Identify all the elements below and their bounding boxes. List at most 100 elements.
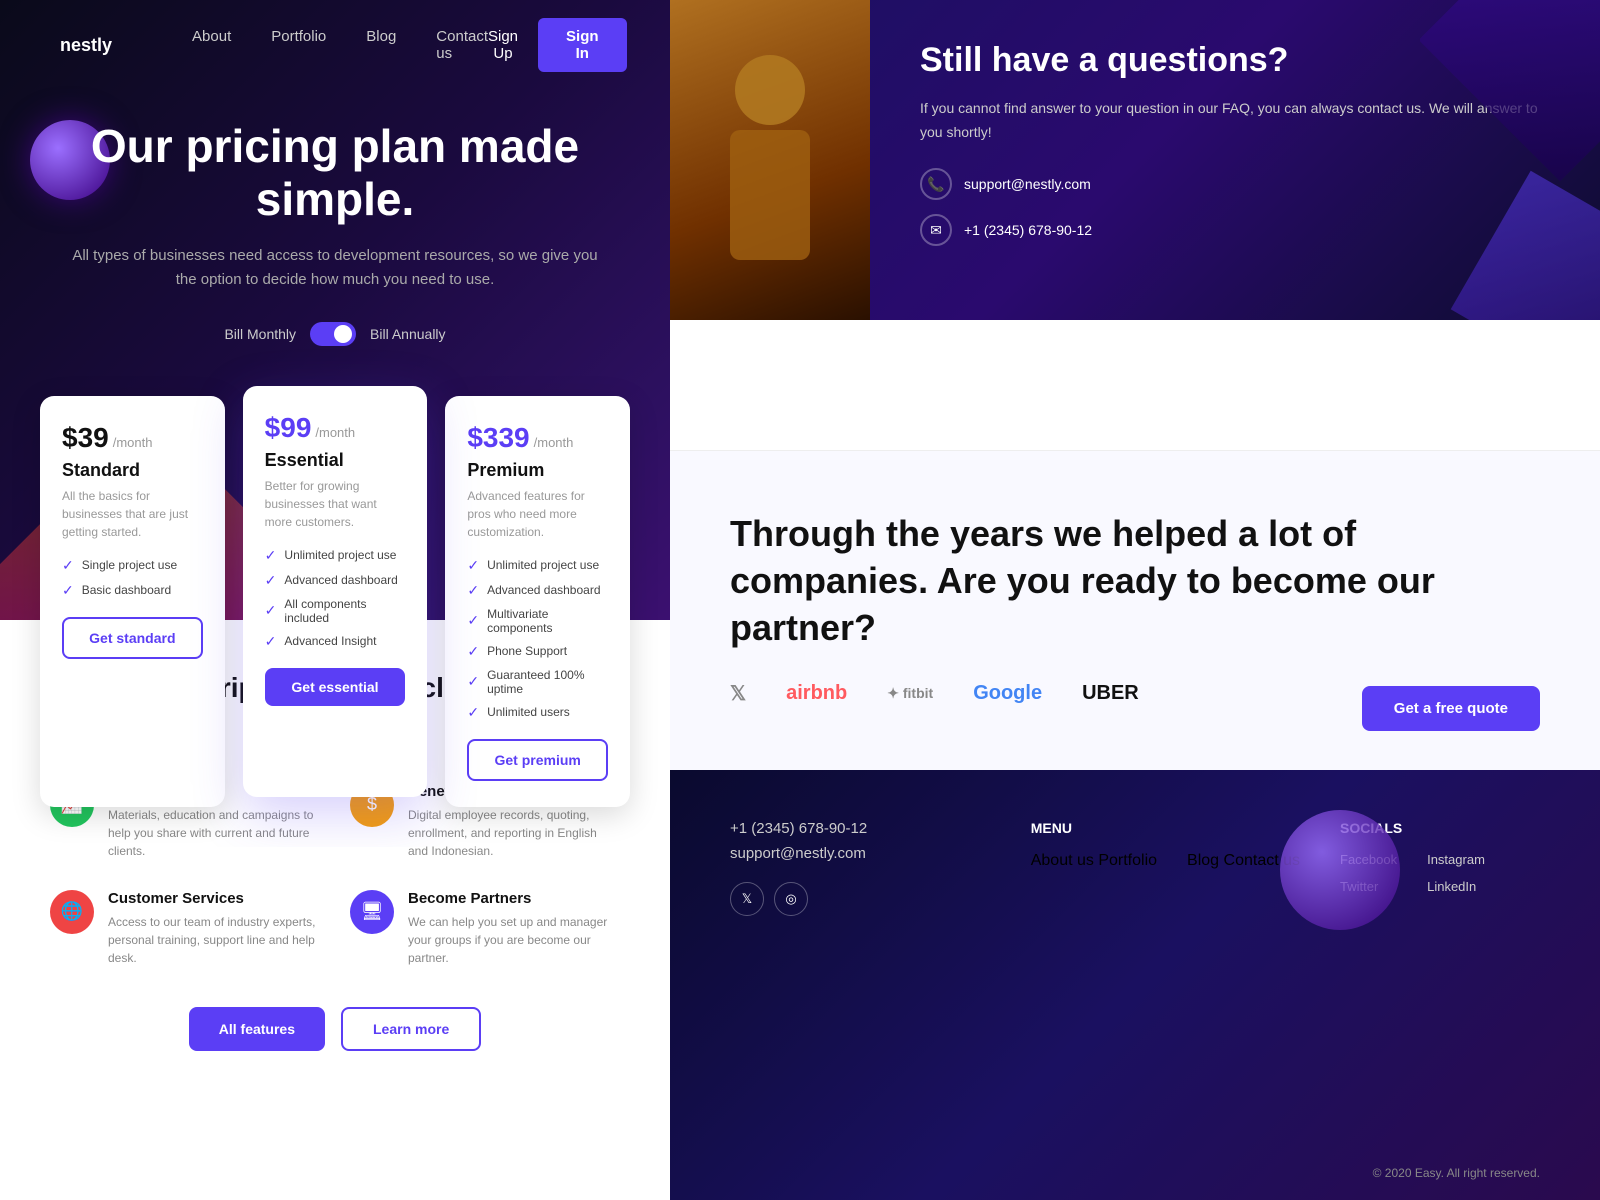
logo-airbnb: airbnb bbox=[786, 682, 847, 705]
footer-social-icons: 𝕏 ◎ bbox=[730, 882, 991, 916]
feature-item: ✓ Unlimited users bbox=[467, 704, 608, 721]
premium-features: ✓ Unlimited project use ✓ Advanced dashb… bbox=[467, 557, 608, 721]
plan-standard: $39 /month Standard All the basics for b… bbox=[40, 396, 225, 807]
questions-phone: support@nestly.com bbox=[964, 176, 1091, 192]
footer-phone: +1 (2345) 678-90-12 bbox=[730, 820, 991, 837]
questions-panel: Still have a questions? If you cannot fi… bbox=[670, 0, 1600, 320]
nav-actions: Sign Up Sign In bbox=[488, 18, 627, 72]
billing-monthly-label: Bill Monthly bbox=[224, 326, 296, 342]
standard-features: ✓ Single project use ✓ Basic dashboard bbox=[62, 557, 203, 599]
logo-uber: UBER bbox=[1082, 682, 1139, 705]
signin-button[interactable]: Sign In bbox=[538, 18, 627, 72]
standard-desc: All the basics for businesses that are j… bbox=[62, 487, 203, 541]
feature-item: ✓ Single project use bbox=[62, 557, 203, 574]
premium-cta[interactable]: Get premium bbox=[467, 739, 608, 781]
questions-email: +1 (2345) 678-90-12 bbox=[964, 222, 1092, 238]
footer-blog[interactable]: Blog bbox=[1187, 852, 1219, 869]
logo-x: 𝕏 bbox=[730, 681, 746, 706]
essential-cta[interactable]: Get essential bbox=[265, 668, 406, 706]
footer-copyright: © 2020 Easy. All right reserved. bbox=[1373, 1166, 1540, 1180]
questions-content: Still have a questions? If you cannot fi… bbox=[870, 0, 1600, 320]
standard-name: Standard bbox=[62, 460, 203, 481]
footer-menu: MENU About us Portfolio Blog Contact us bbox=[1031, 820, 1300, 870]
partners-icon: 🖥 bbox=[350, 890, 394, 934]
footer-portfolio[interactable]: Portfolio bbox=[1098, 852, 1157, 869]
person-image bbox=[670, 0, 870, 320]
footer: +1 (2345) 678-90-12 support@nestly.com 𝕏… bbox=[670, 770, 1600, 1200]
feature-item: ✓ Advanced dashboard bbox=[265, 572, 406, 589]
email-icon: ✉ bbox=[920, 214, 952, 246]
footer-instagram[interactable]: Instagram bbox=[1427, 852, 1485, 867]
footer-menu-cols: About us Portfolio Blog Contact us bbox=[1031, 852, 1300, 870]
navbar: nestly About Portfolio Blog Contact us S… bbox=[0, 0, 670, 90]
features-actions: All features Learn more bbox=[50, 1007, 620, 1051]
nav-about[interactable]: About bbox=[192, 28, 231, 62]
hero-content: Our pricing plan made simple. All types … bbox=[0, 80, 670, 396]
feature-item: ✓ Advanced dashboard bbox=[467, 582, 608, 599]
feature-item: ✓ Multivariate components bbox=[467, 607, 608, 635]
all-features-button[interactable]: All features bbox=[189, 1007, 325, 1051]
feature-partners: 🖥 Become Partners We can help you set up… bbox=[350, 890, 620, 967]
footer-email: support@nestly.com bbox=[730, 845, 991, 862]
instagram-icon[interactable]: ◎ bbox=[774, 882, 808, 916]
get-free-quote-button[interactable]: Get a free quote bbox=[1362, 686, 1540, 731]
toggle-thumb bbox=[334, 325, 352, 343]
customer-name: Customer Services bbox=[108, 890, 320, 907]
feature-customer: 🌐 Customer Services Access to our team o… bbox=[50, 890, 320, 967]
feature-item: ✓ Unlimited project use bbox=[265, 547, 406, 564]
partner-title: Through the years we helped a lot of com… bbox=[730, 511, 1540, 651]
questions-email-row: ✉ +1 (2345) 678-90-12 bbox=[920, 214, 1550, 246]
customer-icon: 🌐 bbox=[50, 890, 94, 934]
partners-desc: We can help you set up and manager your … bbox=[408, 913, 620, 967]
premium-name: Premium bbox=[467, 460, 608, 481]
nav-portfolio[interactable]: Portfolio bbox=[271, 28, 326, 62]
premium-desc: Advanced features for pros who need more… bbox=[467, 487, 608, 541]
phone-icon: 📞 bbox=[920, 168, 952, 200]
learn-more-button[interactable]: Learn more bbox=[341, 1007, 481, 1051]
feature-item: ✓ Basic dashboard bbox=[62, 582, 203, 599]
footer-sphere bbox=[1280, 810, 1400, 930]
person-photo bbox=[670, 0, 870, 320]
nav-contact[interactable]: Contact us bbox=[436, 28, 488, 62]
twitter-icon[interactable]: 𝕏 bbox=[730, 882, 764, 916]
feature-item: ✓ Phone Support bbox=[467, 643, 608, 660]
footer-menu-col1: About us Portfolio bbox=[1031, 852, 1157, 870]
footer-socials-col2: Instagram LinkedIn bbox=[1427, 852, 1485, 906]
billing-toggle-switch[interactable] bbox=[310, 322, 356, 346]
essential-features: ✓ Unlimited project use ✓ Advanced dashb… bbox=[265, 547, 406, 650]
premium-price: $339 /month bbox=[467, 422, 608, 454]
partners-name: Become Partners bbox=[408, 890, 620, 907]
feature-item: ✓ Advanced Insight bbox=[265, 633, 406, 650]
signup-button[interactable]: Sign Up bbox=[488, 28, 518, 62]
questions-desc: If you cannot find answer to your questi… bbox=[920, 97, 1550, 145]
partner-logos: 𝕏 airbnb ✦ fitbit Google UBER bbox=[730, 681, 1139, 706]
nav-blog[interactable]: Blog bbox=[366, 28, 396, 62]
plan-essential: $99 /month Essential Better for growing … bbox=[243, 386, 428, 797]
hero-title: Our pricing plan made simple. bbox=[60, 120, 610, 226]
questions-title: Still have a questions? bbox=[920, 40, 1550, 81]
billing-annually-label: Bill Annually bbox=[370, 326, 446, 342]
footer-left: +1 (2345) 678-90-12 support@nestly.com 𝕏… bbox=[730, 820, 991, 916]
footer-about[interactable]: About us bbox=[1031, 852, 1094, 869]
footer-menu-title: MENU bbox=[1031, 820, 1300, 836]
questions-phone-row: 📞 support@nestly.com bbox=[920, 168, 1550, 200]
logo: nestly bbox=[60, 35, 112, 56]
pricing-cards: $39 /month Standard All the basics for b… bbox=[0, 396, 670, 847]
logo-google: Google bbox=[973, 682, 1042, 705]
feature-item: ✓ Unlimited project use bbox=[467, 557, 608, 574]
billing-toggle: Bill Monthly Bill Annually bbox=[60, 322, 610, 346]
plan-premium: $339 /month Premium Advanced features fo… bbox=[445, 396, 630, 807]
partner-row: 𝕏 airbnb ✦ fitbit Google UBER Get a free… bbox=[730, 681, 1540, 736]
logo-fitbit: ✦ fitbit bbox=[887, 685, 933, 702]
essential-price: $99 /month bbox=[265, 412, 406, 444]
essential-desc: Better for growing businesses that want … bbox=[265, 477, 406, 531]
feature-item: ✓ Guaranteed 100% uptime bbox=[467, 668, 608, 696]
essential-name: Essential bbox=[265, 450, 406, 471]
standard-price: $39 /month bbox=[62, 422, 203, 454]
feature-item: ✓ All components included bbox=[265, 597, 406, 625]
hero-subtitle: All types of businesses need access to d… bbox=[60, 244, 610, 292]
partner-section: Through the years we helped a lot of com… bbox=[670, 450, 1600, 796]
standard-cta[interactable]: Get standard bbox=[62, 617, 203, 659]
footer-linkedin[interactable]: LinkedIn bbox=[1427, 879, 1485, 894]
nav-links: About Portfolio Blog Contact us bbox=[192, 28, 488, 62]
